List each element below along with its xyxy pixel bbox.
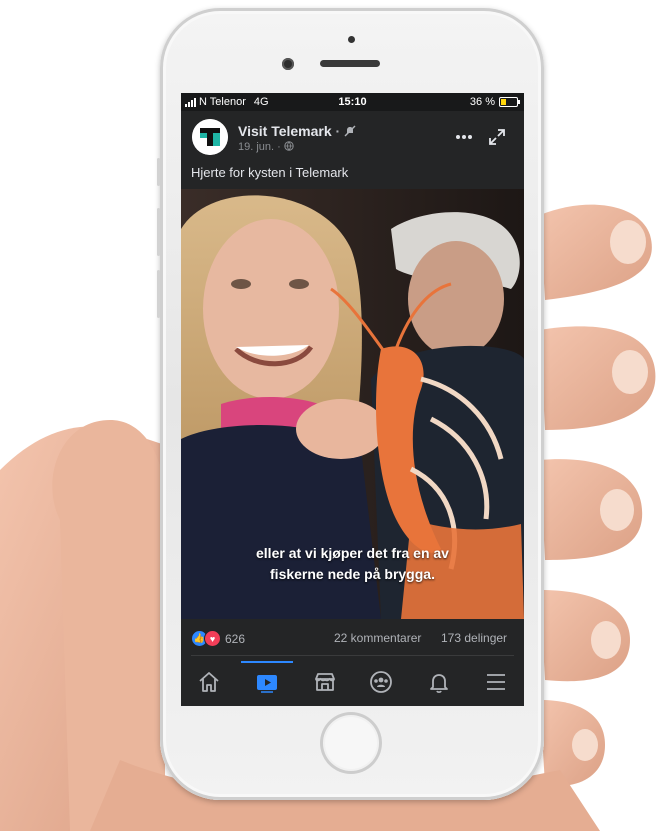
tab-home[interactable]: [194, 667, 224, 697]
globe-icon: [284, 141, 294, 151]
groups-icon: [370, 671, 392, 693]
tab-groups[interactable]: [366, 667, 396, 697]
earpiece-speaker: [320, 60, 380, 67]
subtitle-line: eller at vi kjøper det fra en av: [256, 545, 449, 561]
mute-switch: [157, 158, 160, 186]
shares-count-link[interactable]: 173 delinger: [441, 631, 507, 645]
reaction-count: 626: [225, 631, 246, 646]
expand-button[interactable]: [487, 127, 507, 147]
tab-menu[interactable]: [481, 667, 511, 697]
video-subtitle: eller at vi kjøper det fra en av fiskern…: [181, 543, 524, 585]
more-dots-icon: [456, 135, 472, 139]
phone-screen: N Telenor 4G 15:10 36 % Visit Telemark ·: [181, 93, 524, 706]
tab-marketplace[interactable]: [310, 667, 340, 697]
comments-count-link[interactable]: 22 kommentarer: [334, 631, 421, 645]
post-date: 19. jun.: [238, 141, 275, 153]
page-name[interactable]: Visit Telemark: [238, 123, 332, 139]
battery-info: 36 %: [469, 96, 520, 108]
tab-video[interactable]: [252, 667, 282, 697]
more-options-button[interactable]: [453, 127, 475, 147]
video-icon: [257, 675, 277, 693]
battery-percent: 36 %: [469, 96, 495, 108]
menu-icon: [487, 674, 505, 690]
sensor-dot: [348, 36, 355, 43]
post-header: Visit Telemark · 19. jun. ·: [181, 111, 524, 161]
muted-bell-icon[interactable]: [344, 125, 356, 137]
visit-telemark-logo-icon: [192, 119, 228, 155]
video-player[interactable]: eller at vi kjøper det fra en av fiskern…: [181, 189, 524, 619]
bottom-tab-bar: [181, 661, 524, 706]
date-separator: ·: [277, 141, 281, 153]
reactions-summary[interactable]: 👍 ♥ 626: [191, 630, 245, 647]
marketplace-icon: [315, 673, 335, 691]
active-tab-indicator: [241, 661, 293, 663]
post-stats: 👍 ♥ 626 22 kommentarer 173 delinger: [181, 625, 524, 651]
post-caption: Hjerte for kysten i Telemark: [191, 165, 349, 180]
volume-up-button: [157, 208, 160, 256]
home-icon: [199, 672, 219, 692]
status-bar: N Telenor 4G 15:10 36 %: [181, 93, 524, 111]
expand-arrows-icon: [489, 129, 505, 145]
battery-icon: [499, 97, 520, 107]
post-date-row: 19. jun. ·: [238, 141, 294, 153]
bell-icon: [430, 674, 448, 693]
volume-down-button: [157, 270, 160, 318]
page-avatar[interactable]: [192, 119, 228, 155]
stats-divider: [191, 655, 514, 656]
tab-notifications[interactable]: [424, 667, 454, 697]
name-separator: ·: [335, 123, 341, 139]
subtitle-line: fiskerne nede på brygga.: [270, 566, 435, 582]
front-camera: [282, 58, 294, 70]
love-reaction-icon: ♥: [204, 630, 221, 647]
home-button[interactable]: [320, 712, 382, 774]
page-name-row[interactable]: Visit Telemark ·: [238, 123, 356, 139]
